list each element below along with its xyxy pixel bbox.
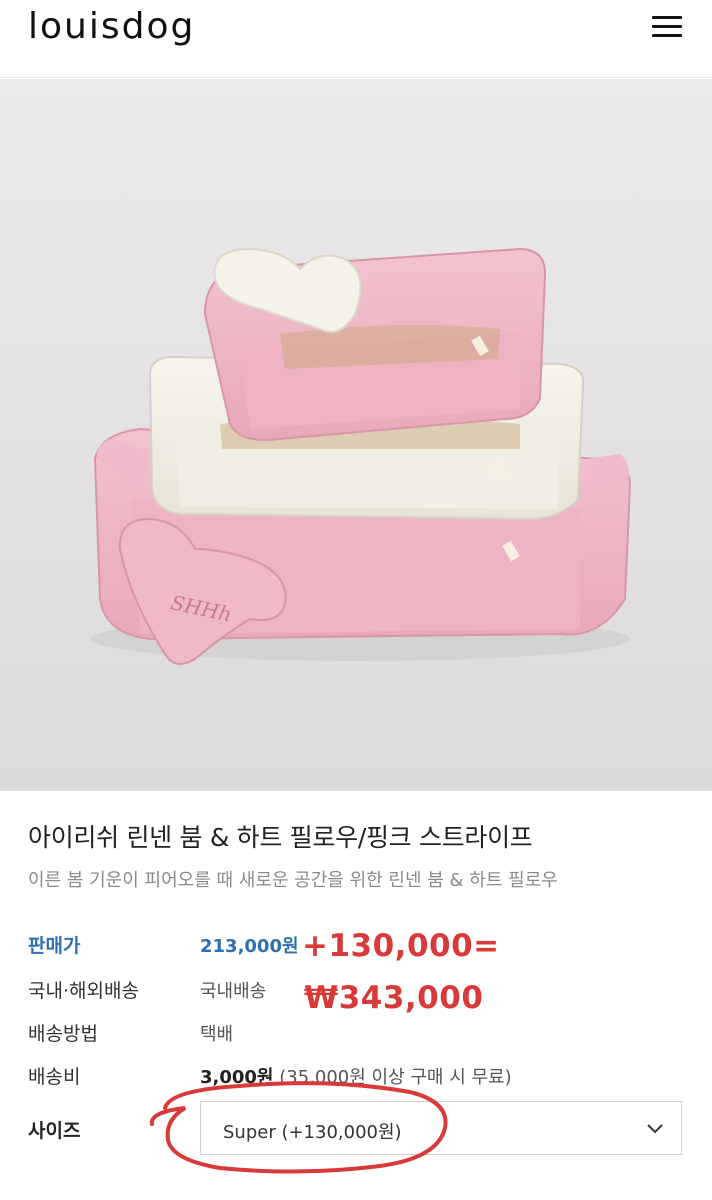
dog-bed-illustration: SHHh [0, 79, 712, 791]
shipping-fee-value: 3,000원 [200, 1067, 274, 1088]
size-select[interactable]: Super (+130,000원) [200, 1101, 682, 1155]
price-value: 213,000원 [200, 936, 299, 957]
shipping-fee-row: 3,000원 (35,000원 이상 구매 시 무료) [200, 1063, 512, 1089]
annotation-addition: +130,000= [302, 928, 500, 964]
shipping-fee-note: (35,000원 이상 구매 시 무료) [279, 1067, 512, 1088]
shipping-region-label: 국내·해외배송 [28, 980, 139, 1002]
annotation-total: ₩343,000 [304, 980, 484, 1016]
shipping-method-label: 배송방법 [28, 1023, 98, 1045]
shipping-method-value: 택배 [200, 1024, 234, 1045]
product-title: 아이리쉬 린넨 붐 & 하트 필로우/핑크 스트라이프 [28, 823, 533, 852]
product-image: SHHh [0, 79, 712, 791]
product-description: 이른 봄 기운이 피어오를 때 새로운 공간을 위한 린넨 붐 & 하트 필로우 [28, 870, 558, 891]
brand-logo[interactable]: louisdog [28, 6, 195, 47]
size-selected-value: Super (+130,000원) [223, 1122, 402, 1143]
shipping-fee-label: 배송비 [28, 1066, 81, 1088]
site-header: louisdog [0, 0, 712, 78]
size-label: 사이즈 [28, 1120, 81, 1142]
hamburger-menu-icon[interactable] [650, 14, 684, 40]
shipping-region-value: 국내배송 [200, 981, 267, 1002]
price-label: 판매가 [28, 935, 81, 957]
chevron-down-icon [647, 1124, 663, 1134]
